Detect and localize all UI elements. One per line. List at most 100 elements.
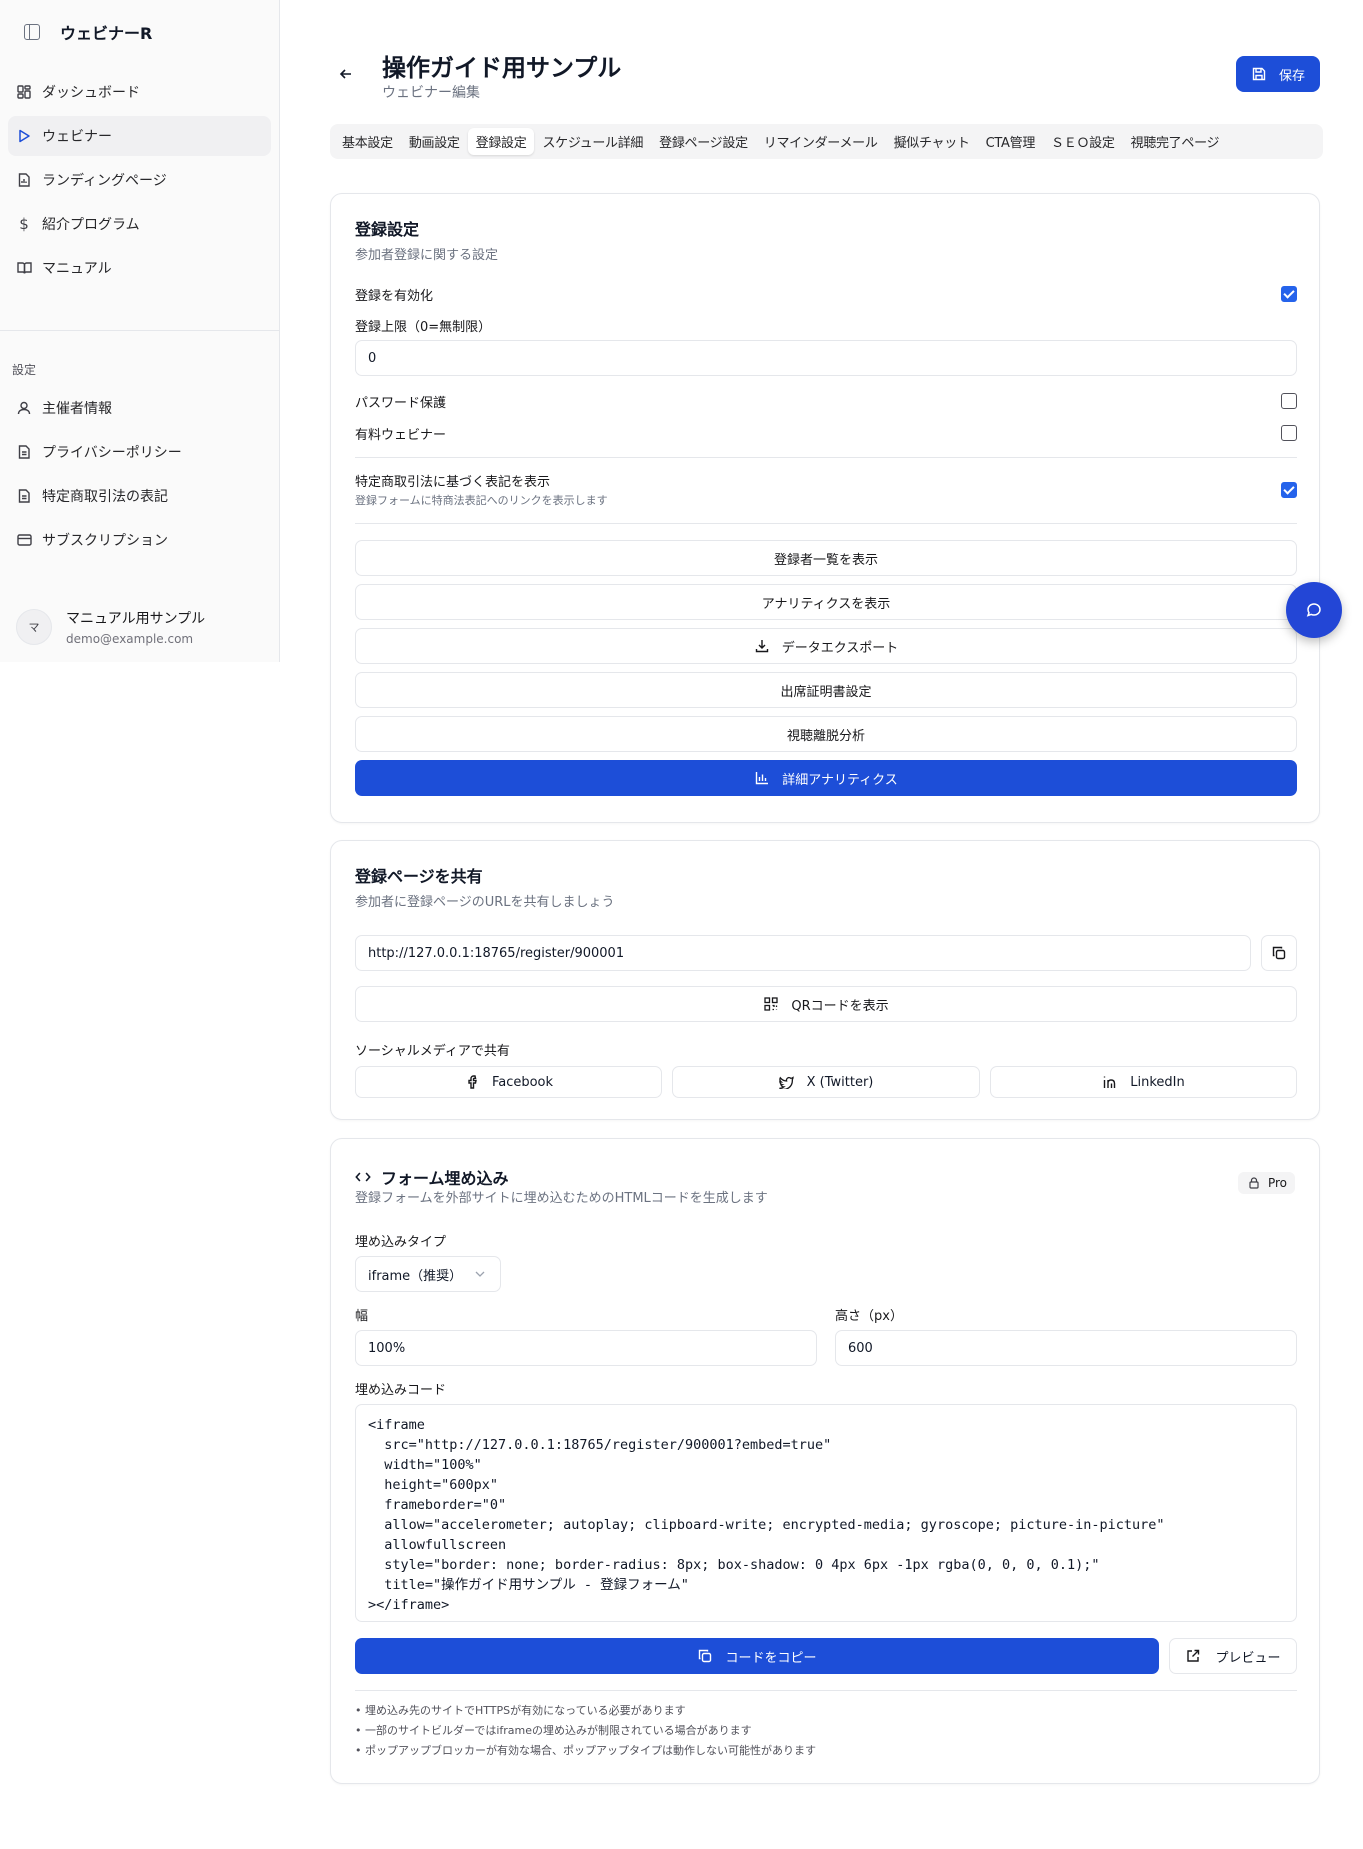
sidebar-item-landing-page[interactable]: ランディングページ	[8, 160, 271, 200]
width-input[interactable]: 100%	[355, 1330, 817, 1366]
embed-code-textarea[interactable]: <iframe src="http://127.0.0.1:18765/regi…	[355, 1404, 1297, 1622]
sidebar-item-label: ウェビナー	[42, 129, 112, 145]
copy-icon	[1271, 945, 1287, 961]
certificate-settings-button[interactable]: 出席証明書設定	[355, 672, 1297, 708]
sidebar-item-referral[interactable]: $ 紹介プログラム	[8, 204, 271, 244]
embed-notes: • 埋め込み先のサイトでHTTPSが有効になっている必要があります • 一部のサ…	[355, 1701, 816, 1761]
tab-cta[interactable]: CTA管理	[978, 128, 1043, 155]
button-label: Facebook	[491, 1074, 554, 1090]
embed-type-select[interactable]: iframe（推奨）	[355, 1256, 501, 1292]
tab-seo[interactable]: ＳＥＯ設定	[1043, 128, 1123, 155]
code-icon	[355, 1169, 371, 1185]
sidebar-item-dashboard[interactable]: ダッシュボード	[8, 72, 271, 112]
data-export-button[interactable]: データエクスポート	[355, 628, 1297, 664]
width-label: 幅	[355, 1309, 369, 1324]
card-title: 登録ページを共有	[355, 867, 483, 886]
save-button-label: 保存	[1278, 68, 1305, 84]
password-protect-checkbox[interactable]	[1281, 393, 1297, 409]
enable-registration-checkbox[interactable]	[1281, 286, 1297, 302]
dashboard-icon	[16, 84, 32, 100]
registration-limit-input[interactable]: 0	[355, 340, 1297, 376]
facebook-share-button[interactable]: Facebook	[355, 1066, 662, 1098]
button-label: QRコードを表示	[791, 998, 889, 1014]
card-description: 登録フォームを外部サイトに埋め込むためのHTMLコードを生成します	[355, 1191, 768, 1206]
sidebar-item-label: ダッシュボード	[42, 85, 140, 101]
button-label: データエクスポート	[781, 640, 899, 656]
detailed-analytics-button[interactable]: 詳細アナリティクス	[355, 760, 1297, 796]
twitter-share-button[interactable]: X (Twitter)	[672, 1066, 980, 1098]
page-title: 操作ガイド用サンプル	[382, 54, 622, 82]
qr-code-icon	[763, 996, 779, 1012]
tab-pseudo-chat[interactable]: 擬似チャット	[886, 128, 978, 155]
external-link-icon	[1185, 1648, 1201, 1664]
linkedin-share-button[interactable]: LinkedIn	[990, 1066, 1297, 1098]
message-circle-icon	[1306, 602, 1322, 618]
tab-registration[interactable]: 登録設定	[467, 128, 535, 155]
height-label: 高さ（px）	[835, 1309, 903, 1324]
chat-button[interactable]	[1286, 582, 1342, 638]
sidebar-item-webinar[interactable]: ウェビナー	[8, 116, 271, 156]
tab-video[interactable]: 動画設定	[401, 128, 468, 155]
tab-registration-page[interactable]: 登録ページ設定	[651, 128, 756, 155]
button-label: 登録者一覧を表示	[773, 552, 878, 568]
tab-basic[interactable]: 基本設定	[334, 128, 401, 155]
height-input[interactable]: 600	[835, 1330, 1297, 1366]
avatar: マ	[16, 609, 52, 645]
tab-reminder-mail[interactable]: リマインダーメール	[756, 128, 886, 155]
divider	[355, 457, 1297, 458]
tokusho-description: 登録フォームに特商法表記へのリンクを表示します	[355, 494, 608, 507]
sidebar-item-organizer[interactable]: 主催者情報	[8, 388, 271, 428]
pro-badge-label: Pro	[1267, 1176, 1287, 1190]
copy-code-button[interactable]: コードをコピー	[355, 1638, 1159, 1674]
user-profile[interactable]: マ マニュアル用サンプル demo@example.com	[16, 608, 205, 646]
file-chart-icon	[16, 172, 32, 188]
view-registrants-button[interactable]: 登録者一覧を表示	[355, 540, 1297, 576]
copy-url-button[interactable]	[1261, 935, 1297, 971]
sidebar-item-subscription[interactable]: サブスクリプション	[8, 520, 271, 560]
sidebar-item-label: 特定商取引法の表記	[42, 489, 168, 505]
tab-completion-page[interactable]: 視聴完了ページ	[1123, 128, 1228, 155]
tokusho-checkbox[interactable]	[1281, 482, 1297, 498]
page-subtitle: ウェビナー編集	[382, 85, 480, 101]
bar-chart-icon	[754, 770, 770, 786]
card-description: 参加者登録に関する設定	[355, 248, 499, 263]
show-qr-button[interactable]: QRコードを表示	[355, 986, 1297, 1022]
tokusho-label: 特定商取引法に基づく表記を表示	[355, 475, 551, 490]
dollar-icon: $	[19, 215, 29, 233]
button-label: プレビュー	[1215, 1650, 1281, 1666]
copy-icon	[697, 1648, 713, 1664]
button-label: LinkedIn	[1130, 1074, 1185, 1090]
embed-code-label: 埋め込みコード	[355, 1383, 447, 1398]
registration-settings-card: 登録設定 参加者登録に関する設定 登録を有効化 登録上限（0=無制限） 0 パス…	[330, 193, 1320, 823]
dropoff-analysis-button[interactable]: 視聴離脱分析	[355, 716, 1297, 752]
sidebar: ウェビナーR ダッシュボード ウェビナー ランディングページ $ 紹介プログラム	[0, 0, 280, 662]
brand-name: ウェビナーR	[60, 24, 153, 43]
back-arrow-icon[interactable]	[338, 66, 354, 82]
tab-schedule[interactable]: スケジュール詳細	[534, 128, 651, 155]
sidebar-toggle-icon[interactable]	[24, 24, 40, 40]
sidebar-item-privacy[interactable]: プライバシーポリシー	[8, 432, 271, 472]
note-item: • 一部のサイトビルダーではiframeの埋め込みが制限されている場合があります	[355, 1724, 752, 1737]
chevron-down-icon	[472, 1266, 488, 1282]
sidebar-item-manual[interactable]: マニュアル	[8, 248, 271, 288]
embed-type-value: iframe（推奨）	[368, 1268, 463, 1284]
button-label: 詳細アナリティクス	[782, 772, 898, 788]
preview-button[interactable]: プレビュー	[1169, 1638, 1297, 1674]
share-card: 登録ページを共有 参加者に登録ページのURLを共有しましょう http://12…	[330, 840, 1320, 1120]
share-url-input[interactable]: http://127.0.0.1:18765/register/900001	[355, 935, 1251, 971]
sidebar-item-tokusho[interactable]: 特定商取引法の表記	[8, 476, 271, 516]
page-header: 操作ガイド用サンプル ウェビナー編集 保存	[330, 48, 1320, 101]
view-analytics-button[interactable]: アナリティクスを表示	[355, 584, 1297, 620]
tab-bar: 基本設定 動画設定 登録設定 スケジュール詳細 登録ページ設定 リマインダーメー…	[330, 124, 1323, 159]
password-protect-label: パスワード保護	[355, 396, 447, 411]
save-button[interactable]: 保存	[1236, 56, 1320, 92]
button-label: 出席証明書設定	[780, 684, 872, 700]
paid-webinar-checkbox[interactable]	[1281, 425, 1297, 441]
divider	[355, 1690, 1297, 1691]
sidebar-item-label: 紹介プログラム	[42, 217, 140, 233]
note-item: • ポップアップブロッカーが有効な場合、ポップアップタイプは動作しない可能性があ…	[355, 1744, 816, 1757]
button-label: コードをコピー	[725, 1650, 817, 1666]
paid-webinar-label: 有料ウェビナー	[355, 428, 447, 443]
card-description: 参加者に登録ページのURLを共有しましょう	[355, 895, 615, 910]
sidebar-item-label: プライバシーポリシー	[42, 445, 182, 461]
